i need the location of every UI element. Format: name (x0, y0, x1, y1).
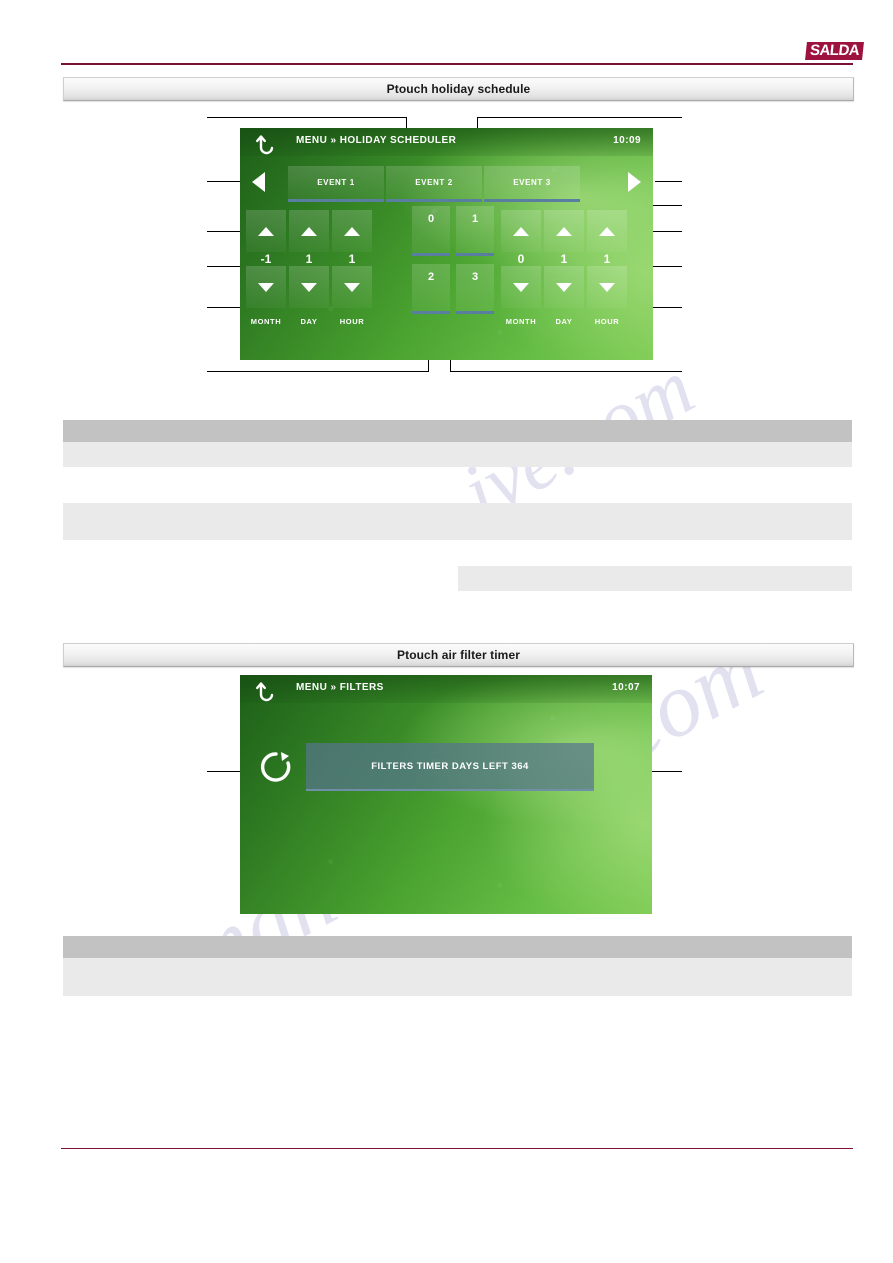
center-value-grid: 0 1 2 3 (412, 206, 496, 318)
filters-screen: MENU » FILTERS 10:07 FILTERS TIMER DAYS … (240, 675, 652, 914)
stepper-column-hour-stop: 1 HOUR (587, 210, 627, 350)
callout-line-clock (477, 117, 682, 118)
callout-line-next-arrow (655, 181, 682, 182)
filter-timer-row: FILTERS TIMER DAYS LEFT 364 (254, 743, 638, 791)
stepper-column-day-stop: 1 DAY (544, 210, 584, 350)
tab-event-2-label: EVENT 2 (415, 178, 453, 187)
triangle-left-icon[interactable] (252, 172, 265, 192)
month-stop-increment-button[interactable] (501, 210, 541, 252)
hour-stop-label: HOUR (594, 316, 620, 326)
salda-logo: SALDA (805, 42, 865, 60)
filter-timer-status-bar[interactable]: FILTERS TIMER DAYS LEFT 364 (306, 743, 594, 791)
section-title-holiday: Ptouch holiday schedule (63, 77, 854, 101)
content-band-4 (458, 566, 852, 591)
stepper-column-hour-start: 1 HOUR (332, 210, 372, 350)
day-start-label: DAY (300, 316, 318, 326)
center-cell-1[interactable]: 0 (412, 206, 450, 256)
triangle-up-icon (599, 226, 615, 236)
hour-start-increment-button[interactable] (332, 210, 372, 252)
triangle-up-icon (556, 226, 572, 236)
triangle-up-icon (513, 226, 529, 236)
tab-event-3-label: EVENT 3 (513, 178, 551, 187)
manual-page: SALDA manualshive.com ive.com Ptouch hol… (0, 0, 893, 1263)
content-band-6 (63, 958, 852, 996)
triangle-down-icon (258, 282, 274, 292)
back-arrow-icon[interactable] (254, 133, 278, 157)
triangle-up-icon (301, 226, 317, 236)
section-title-holiday-label: Ptouch holiday schedule (386, 82, 531, 96)
triangle-down-icon (513, 282, 529, 292)
hour-start-decrement-button[interactable] (332, 266, 372, 308)
stepper-column-day-start: 1 DAY (289, 210, 329, 350)
month-start-increment-button[interactable] (246, 210, 286, 252)
day-stop-label: DAY (555, 316, 573, 326)
refresh-icon[interactable] (258, 749, 294, 785)
day-start-decrement-button[interactable] (289, 266, 329, 308)
screen-clock: 10:09 (613, 135, 641, 146)
event-tabs-row: EVENT 1 EVENT 2 EVENT 3 (240, 164, 653, 202)
triangle-up-icon (258, 226, 274, 236)
month-stop-label: MONTH (505, 316, 537, 326)
hour-start-value: 1 (348, 252, 356, 266)
triangle-down-icon (556, 282, 572, 292)
header-rule (61, 63, 853, 65)
holiday-scheduler-screen: MENU » HOLIDAY SCHEDULER 10:09 EVENT 1 E… (240, 128, 653, 360)
triangle-down-icon (301, 282, 317, 292)
stop-datetime-stepper-group: 0 MONTH 1 DAY 1 HOUR (499, 210, 629, 350)
callout-line-center-left (207, 371, 429, 372)
hour-stop-value: 1 (603, 252, 611, 266)
month-start-label: MONTH (250, 316, 282, 326)
filter-timer-status-label: FILTERS TIMER DAYS LEFT 364 (371, 760, 529, 772)
start-datetime-stepper-group: -1 MONTH 1 DAY 1 HOUR (244, 210, 374, 350)
hour-stop-decrement-button[interactable] (587, 266, 627, 308)
hour-start-label: HOUR (339, 316, 365, 326)
tab-event-1-label: EVENT 1 (317, 178, 355, 187)
screen-breadcrumb-title: MENU » HOLIDAY SCHEDULER (296, 135, 457, 146)
center-cell-3-value: 2 (427, 271, 435, 283)
month-stop-value: 0 (517, 252, 525, 266)
center-cell-1-value: 0 (427, 213, 435, 225)
day-start-value: 1 (305, 252, 313, 266)
screen-clock: 10:07 (612, 682, 640, 693)
footer-rule (61, 1148, 853, 1149)
back-arrow-icon[interactable] (254, 680, 278, 704)
center-cell-2[interactable]: 1 (456, 206, 494, 256)
day-stop-value: 1 (560, 252, 568, 266)
content-band-2 (63, 442, 852, 467)
triangle-down-icon (599, 282, 615, 292)
day-stop-decrement-button[interactable] (544, 266, 584, 308)
tab-event-3[interactable]: EVENT 3 (484, 166, 580, 202)
tab-event-2[interactable]: EVENT 2 (386, 166, 482, 202)
content-band-5 (63, 936, 852, 958)
stepper-column-month-start: -1 MONTH (246, 210, 286, 350)
hour-stop-increment-button[interactable] (587, 210, 627, 252)
triangle-down-icon (344, 282, 360, 292)
screen-breadcrumb-title: MENU » FILTERS (296, 682, 384, 693)
day-start-increment-button[interactable] (289, 210, 329, 252)
month-stop-decrement-button[interactable] (501, 266, 541, 308)
callout-line-center-right (450, 371, 682, 372)
stepper-column-month-stop: 0 MONTH (501, 210, 541, 350)
center-cell-4-value: 3 (471, 271, 479, 283)
content-band-3 (63, 503, 852, 540)
content-band-1 (63, 420, 852, 442)
section-title-filters-label: Ptouch air filter timer (397, 648, 520, 662)
center-cell-3[interactable]: 2 (412, 264, 450, 314)
day-stop-increment-button[interactable] (544, 210, 584, 252)
center-cell-2-value: 1 (471, 213, 479, 225)
triangle-right-icon[interactable] (628, 172, 641, 192)
callout-line-title (207, 117, 407, 118)
center-cell-4[interactable]: 3 (456, 264, 494, 314)
tab-event-1[interactable]: EVENT 1 (288, 166, 384, 202)
section-title-filters: Ptouch air filter timer (63, 643, 854, 667)
month-start-value: -1 (260, 252, 272, 266)
month-start-decrement-button[interactable] (246, 266, 286, 308)
triangle-up-icon (344, 226, 360, 236)
